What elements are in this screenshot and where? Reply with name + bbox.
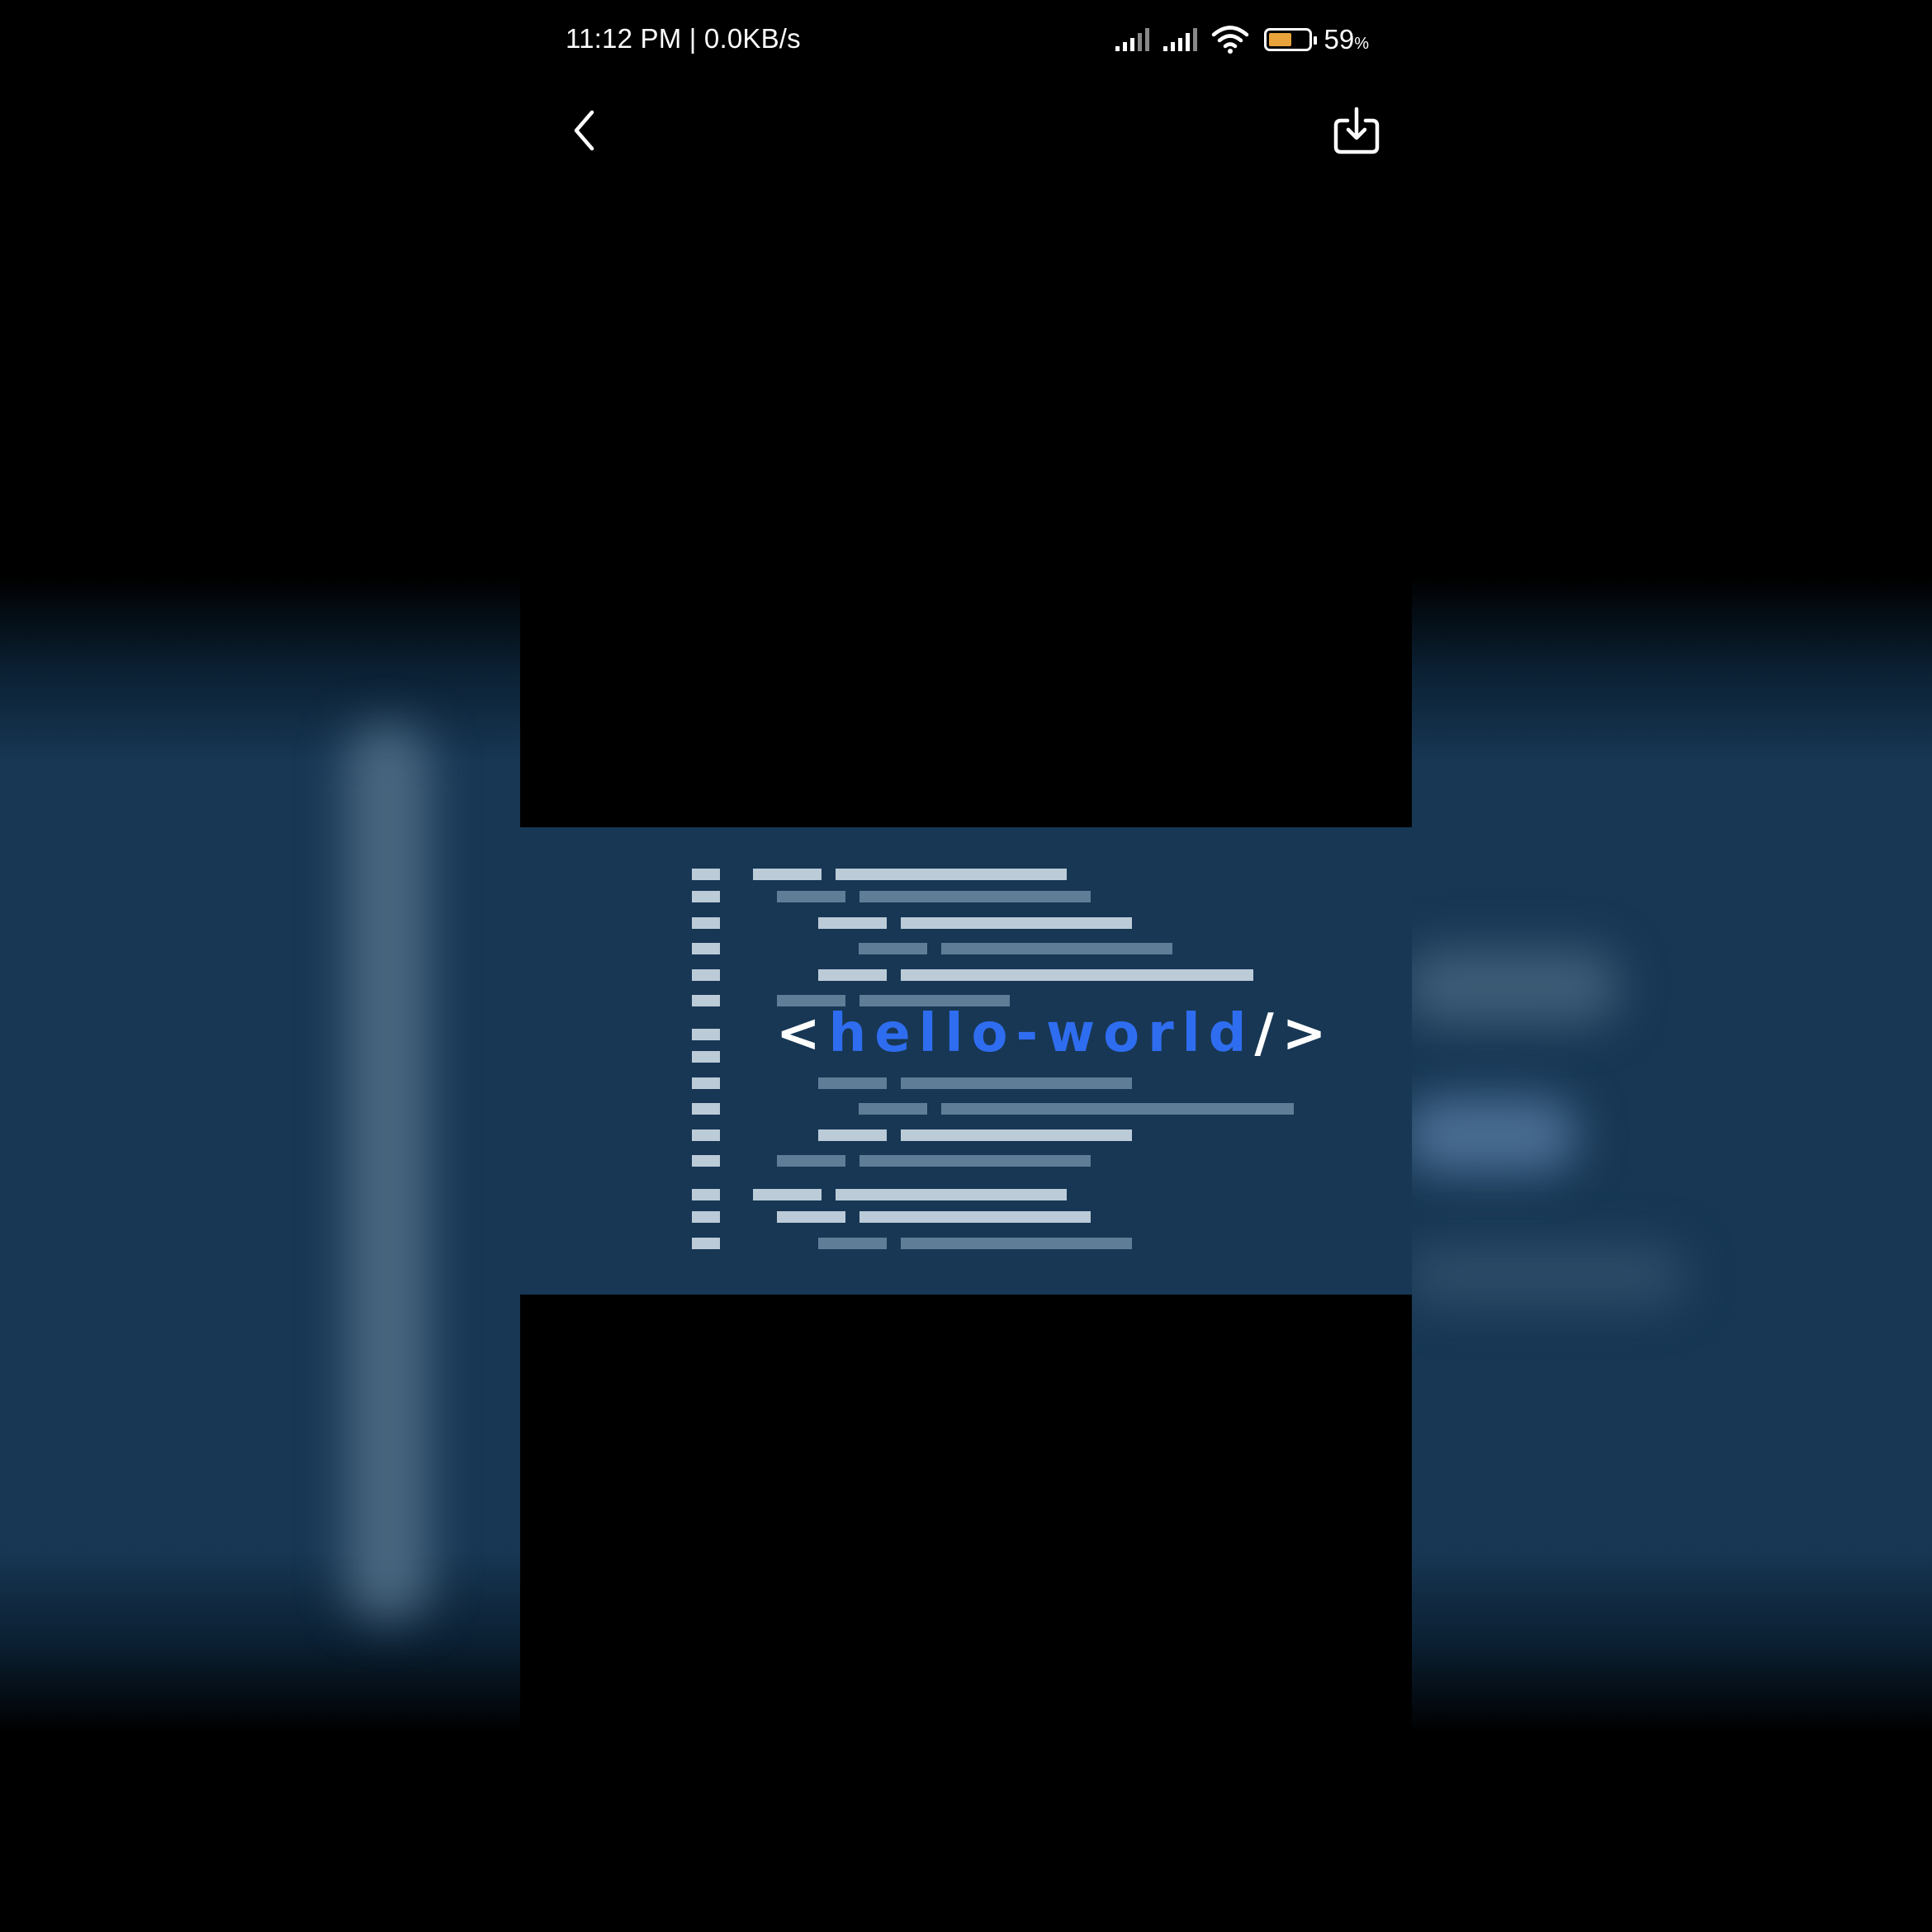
blurred-background-bar: [1404, 949, 1618, 1024]
download-tray-icon: [1333, 107, 1380, 154]
download-button[interactable]: [1329, 104, 1384, 159]
blurred-background-accent: [1404, 1098, 1577, 1172]
screen: 11:12 PM | 0.0KB/s 59% <hello-world/>: [0, 0, 1932, 1932]
phone-screen: 11:12 PM | 0.0KB/s 59% <hello-world/>: [520, 0, 1412, 1932]
title-close-tag: />: [1254, 1003, 1335, 1064]
signal-icon: [1163, 28, 1198, 51]
toolbar: [520, 91, 1412, 165]
battery-level: [1269, 33, 1292, 46]
wifi-icon: [1212, 26, 1249, 54]
status-bar: 11:12 PM | 0.0KB/s 59%: [520, 0, 1412, 79]
title-open-tag: <: [776, 1003, 829, 1064]
battery-percent-value: 59: [1324, 24, 1355, 54]
battery-cap: [1314, 36, 1318, 45]
viewed-image[interactable]: <hello-world/>: [520, 827, 1412, 1295]
title-name: hello-world: [828, 1003, 1255, 1064]
status-icons: 59%: [1115, 23, 1369, 56]
blurred-background-bar: [1404, 1247, 1684, 1305]
hello-world-title: <hello-world/>: [776, 1007, 1334, 1060]
blurred-background-stripe: [347, 727, 429, 1618]
chevron-left-icon: [574, 110, 594, 151]
battery-icon: [1264, 28, 1318, 51]
line-number-marks: [692, 869, 720, 1249]
back-button[interactable]: [566, 106, 607, 155]
battery-percent: 59%: [1324, 24, 1369, 55]
battery-percent-unit: %: [1354, 35, 1369, 53]
status-time-speed: 11:12 PM | 0.0KB/s: [566, 23, 801, 54]
signal-icon: [1115, 28, 1150, 51]
